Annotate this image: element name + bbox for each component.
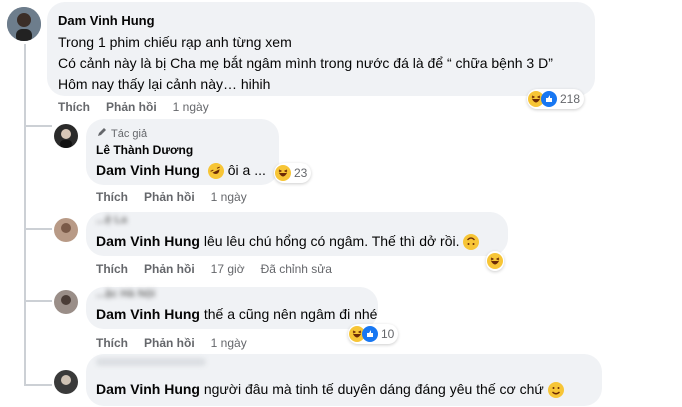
reply-author[interactable]: Lê Thành Dương xyxy=(96,143,193,157)
reply-author-blurred[interactable]: ...ặc Hà Nội xyxy=(96,288,155,300)
avatar[interactable] xyxy=(54,218,78,242)
avatar[interactable] xyxy=(54,290,78,314)
like-button[interactable]: Thích xyxy=(58,100,90,114)
smile-emoji-icon xyxy=(547,382,564,399)
like-button[interactable]: Thích xyxy=(96,336,128,350)
rofl-emoji-icon xyxy=(207,163,224,180)
reply-message: thế a cũng nên ngâm đi nhé xyxy=(203,306,378,322)
mention-link[interactable]: Dam Vinh Hung xyxy=(96,233,200,249)
like-icon xyxy=(362,326,378,342)
reaction-count: 218 xyxy=(560,92,581,106)
reaction-count: 23 xyxy=(294,166,308,180)
timestamp[interactable]: 1 ngày xyxy=(211,190,247,204)
reply-text: Dam Vinh Hung người đâu mà tinh tế duyên… xyxy=(96,381,564,399)
thread-branch xyxy=(24,300,52,302)
haha-icon xyxy=(487,253,503,269)
comment-line-2: Có cảnh này là bị Cha mẹ bắt ngâm mình t… xyxy=(58,55,553,71)
reply-button[interactable]: Phản hồi xyxy=(144,336,195,350)
reply-actions: Thích Phản hồi 1 ngày xyxy=(96,336,247,350)
author-badge: Tác giả xyxy=(96,126,147,141)
mention-link[interactable]: Dam Vinh Hung xyxy=(96,381,200,397)
avatar[interactable] xyxy=(7,7,41,41)
thread-branch xyxy=(24,125,52,127)
reply-button[interactable]: Phản hồi xyxy=(106,100,157,114)
thread-branch xyxy=(24,384,52,386)
reply-text: Dam Vinh Hung thế a cũng nên ngâm đi nhé xyxy=(96,306,377,322)
thread-branch xyxy=(24,228,52,230)
reaction-summary[interactable]: 10 xyxy=(348,324,399,344)
reply-message: ôi a ... xyxy=(227,162,266,178)
reaction-count: 10 xyxy=(381,327,395,341)
badge-label: Tác giả xyxy=(111,127,148,140)
mention-link[interactable]: Dam Vinh Hung xyxy=(96,306,200,322)
reaction-summary[interactable]: 218 xyxy=(527,89,585,109)
upside-down-face-icon xyxy=(463,234,480,251)
avatar[interactable] xyxy=(54,124,78,148)
comment-actions: Thích Phản hồi 1 ngày xyxy=(58,100,209,114)
timestamp[interactable]: 17 giờ xyxy=(211,262,245,276)
reaction-summary[interactable]: 23 xyxy=(274,163,312,183)
timestamp[interactable]: 1 ngày xyxy=(211,336,247,350)
like-icon xyxy=(541,91,557,107)
comment-line-1: Trong 1 phim chiếu rạp anh từng xem xyxy=(58,34,292,50)
reaction-summary[interactable] xyxy=(486,251,504,271)
mention-link[interactable]: Dam Vinh Hung xyxy=(96,162,200,178)
reply-author-blurred[interactable]: ...ệ La xyxy=(96,214,127,226)
reply-message: người đâu mà tinh tế duyên dáng đáng yêu… xyxy=(203,381,544,397)
thread-line xyxy=(24,44,26,386)
edited-label[interactable]: Đã chỉnh sửa xyxy=(261,262,332,276)
reply-author-blurred[interactable] xyxy=(96,358,206,366)
reply-actions: Thích Phản hồi 1 ngày xyxy=(96,190,247,204)
timestamp[interactable]: 1 ngày xyxy=(173,100,209,114)
comment-author[interactable]: Dam Vinh Hung xyxy=(58,13,155,28)
reply-button[interactable]: Phản hồi xyxy=(144,190,195,204)
like-button[interactable]: Thích xyxy=(96,262,128,276)
reply-actions: Thích Phản hồi 17 giờ Đã chỉnh sửa xyxy=(96,262,332,276)
reply-text: Dam Vinh Hung lêu lêu chú hổng có ngâm. … xyxy=(96,233,480,251)
reply-button[interactable]: Phản hồi xyxy=(144,262,195,276)
like-button[interactable]: Thích xyxy=(96,190,128,204)
avatar[interactable] xyxy=(54,370,78,394)
reply-message: lêu lêu chú hổng có ngâm. Thế thì dở rồi… xyxy=(203,233,460,249)
pencil-icon xyxy=(96,126,108,141)
comment-line-3: Hôm nay thấy lại cảnh này… hihih xyxy=(58,76,271,92)
reply-text: Dam Vinh Hung ôi a ... xyxy=(96,162,266,180)
haha-icon xyxy=(275,165,291,181)
